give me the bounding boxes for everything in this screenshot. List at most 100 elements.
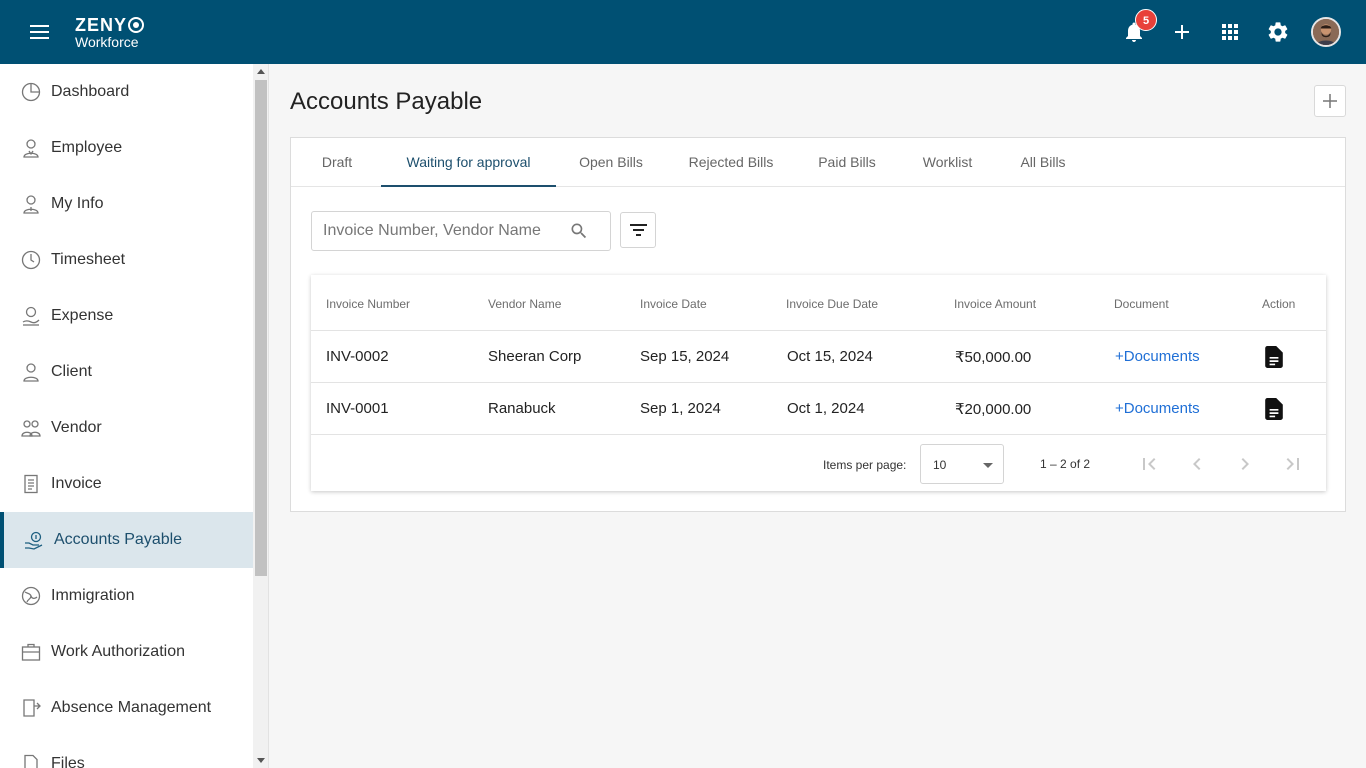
logo-text: ZENY bbox=[75, 15, 128, 35]
add-bill-button[interactable] bbox=[1314, 85, 1346, 117]
sidebar-item-dashboard[interactable]: Dashboard bbox=[0, 64, 253, 120]
invoice-date-cell: Sep 1, 2024 bbox=[640, 400, 721, 417]
items-per-page-label: Items per page: bbox=[823, 458, 907, 472]
apps-grid-icon[interactable] bbox=[1218, 20, 1242, 44]
sidebar-nav: Dashboard Employee My Info Timesheet Exp… bbox=[0, 64, 253, 768]
vendor-name-cell: Ranabuck bbox=[488, 400, 556, 417]
sidebar-item-label: Expense bbox=[51, 307, 114, 324]
next-page-button[interactable] bbox=[1233, 452, 1257, 476]
tab-all-bills[interactable]: All Bills bbox=[1016, 138, 1070, 187]
tab-draft[interactable]: Draft bbox=[311, 138, 363, 187]
filter-button[interactable] bbox=[620, 212, 656, 248]
search-input[interactable] bbox=[312, 212, 562, 250]
first-page-button[interactable] bbox=[1137, 452, 1161, 476]
sidebar-item-my-info[interactable]: My Info bbox=[0, 176, 253, 232]
dashboard-icon bbox=[21, 82, 41, 102]
document-view-icon[interactable] bbox=[1265, 346, 1283, 368]
filter-icon bbox=[630, 224, 647, 226]
sidebar-item-label: Absence Management bbox=[51, 699, 212, 716]
column-header-invoice-number[interactable]: Invoice Number bbox=[326, 297, 410, 311]
column-header-document: Document bbox=[1114, 297, 1169, 311]
bills-table: Invoice Number Vendor Name Invoice Date … bbox=[311, 275, 1326, 491]
door-exit-icon bbox=[21, 698, 41, 718]
sidebar-scrollbar[interactable] bbox=[253, 64, 269, 768]
plus-icon bbox=[1323, 94, 1337, 108]
column-header-invoice-amount[interactable]: Invoice Amount bbox=[954, 297, 1036, 311]
tab-open-bills[interactable]: Open Bills bbox=[576, 138, 646, 187]
sidebar-item-label: Work Authorization bbox=[51, 643, 185, 660]
employee-icon bbox=[21, 138, 41, 158]
paginator: Items per page: 10 1 – 2 of 2 bbox=[311, 435, 1326, 491]
sidebar-item-vendor[interactable]: Vendor bbox=[0, 400, 253, 456]
items-per-page-value: 10 bbox=[933, 458, 947, 472]
person-icon bbox=[21, 362, 41, 382]
sidebar-item-employee[interactable]: Employee bbox=[0, 120, 253, 176]
sidebar-item-invoice[interactable]: Invoice bbox=[0, 456, 253, 512]
scroll-up-arrow-icon[interactable] bbox=[257, 69, 265, 74]
sidebar-item-label: Timesheet bbox=[51, 251, 126, 268]
briefcase-icon bbox=[21, 642, 41, 662]
sidebar-item-label: Dashboard bbox=[51, 83, 130, 100]
expense-icon bbox=[21, 306, 41, 326]
sidebar-item-accounts-payable[interactable]: Accounts Payable bbox=[0, 512, 253, 568]
tab-waiting-for-approval[interactable]: Waiting for approval bbox=[381, 138, 556, 187]
logo-subtext: Workforce bbox=[75, 34, 139, 50]
invoice-number-cell: INV-0002 bbox=[326, 348, 389, 365]
due-date-cell: Oct 1, 2024 bbox=[787, 400, 865, 417]
notification-count-badge: 5 bbox=[1135, 9, 1157, 31]
due-date-cell: Oct 15, 2024 bbox=[787, 348, 873, 365]
column-header-invoice-date[interactable]: Invoice Date bbox=[640, 297, 707, 311]
column-header-vendor-name[interactable]: Vendor Name bbox=[488, 297, 561, 311]
dropdown-arrow-icon bbox=[983, 463, 993, 468]
documents-link[interactable]: +Documents bbox=[1115, 400, 1200, 417]
globe-icon bbox=[21, 586, 41, 606]
previous-page-button[interactable] bbox=[1185, 452, 1209, 476]
invoice-icon bbox=[21, 474, 41, 494]
items-per-page-select[interactable]: 10 bbox=[920, 444, 1004, 484]
sidebar-item-label: My Info bbox=[51, 195, 104, 212]
sidebar-item-expense[interactable]: Expense bbox=[0, 288, 253, 344]
first-page-icon bbox=[1143, 458, 1156, 470]
last-page-icon bbox=[1286, 458, 1299, 470]
top-app-bar: ZENY Workforce 5 bbox=[0, 0, 1366, 64]
document-view-icon[interactable] bbox=[1265, 398, 1283, 420]
tab-worklist[interactable]: Worklist bbox=[919, 138, 976, 187]
file-icon bbox=[21, 754, 41, 768]
search-icon[interactable] bbox=[569, 221, 589, 241]
settings-gear-icon[interactable] bbox=[1266, 20, 1290, 44]
column-header-invoice-due-date[interactable]: Invoice Due Date bbox=[786, 297, 878, 311]
table-row[interactable]: INV-0001 Ranabuck Sep 1, 2024 Oct 1, 202… bbox=[311, 383, 1326, 435]
scroll-down-arrow-icon[interactable] bbox=[257, 758, 265, 763]
sidebar-item-immigration[interactable]: Immigration bbox=[0, 568, 253, 624]
last-page-button[interactable] bbox=[1281, 452, 1305, 476]
sidebar-item-client[interactable]: Client bbox=[0, 344, 253, 400]
sidebar-item-files[interactable]: Files bbox=[0, 736, 253, 768]
tab-rejected-bills[interactable]: Rejected Bills bbox=[686, 138, 776, 187]
invoice-amount-cell: ₹50,000.00 bbox=[955, 349, 1032, 366]
table-row[interactable]: INV-0002 Sheeran Corp Sep 15, 2024 Oct 1… bbox=[311, 331, 1326, 383]
my-info-icon bbox=[21, 194, 41, 214]
sidebar-item-timesheet[interactable]: Timesheet bbox=[0, 232, 253, 288]
sidebar-item-work-authorization[interactable]: Work Authorization bbox=[0, 624, 253, 680]
sidebar-item-label: Immigration bbox=[51, 587, 135, 604]
user-avatar[interactable] bbox=[1311, 17, 1341, 47]
documents-link[interactable]: +Documents bbox=[1115, 348, 1200, 365]
clock-icon bbox=[21, 250, 41, 270]
sidebar-item-absence-management[interactable]: Absence Management bbox=[0, 680, 253, 736]
column-header-action: Action bbox=[1262, 297, 1296, 311]
sidebar-item-label: Employee bbox=[51, 139, 123, 156]
app-logo[interactable]: ZENY Workforce bbox=[75, 15, 145, 50]
scrollbar-thumb[interactable] bbox=[255, 80, 267, 576]
sidebar-item-label: Client bbox=[51, 363, 92, 380]
search-box bbox=[311, 211, 611, 251]
chevron-left-icon bbox=[1193, 458, 1201, 470]
hamburger-menu-icon[interactable] bbox=[28, 22, 52, 42]
page-range-label: 1 – 2 of 2 bbox=[1040, 457, 1091, 471]
invoice-amount-cell: ₹20,000.00 bbox=[955, 401, 1032, 418]
invoice-number-cell: INV-0001 bbox=[326, 400, 389, 417]
handshake-money-icon bbox=[24, 530, 44, 550]
chevron-right-icon bbox=[1241, 458, 1249, 470]
vendor-name-cell: Sheeran Corp bbox=[488, 348, 582, 365]
add-icon[interactable] bbox=[1170, 20, 1194, 44]
tab-paid-bills[interactable]: Paid Bills bbox=[814, 138, 880, 187]
